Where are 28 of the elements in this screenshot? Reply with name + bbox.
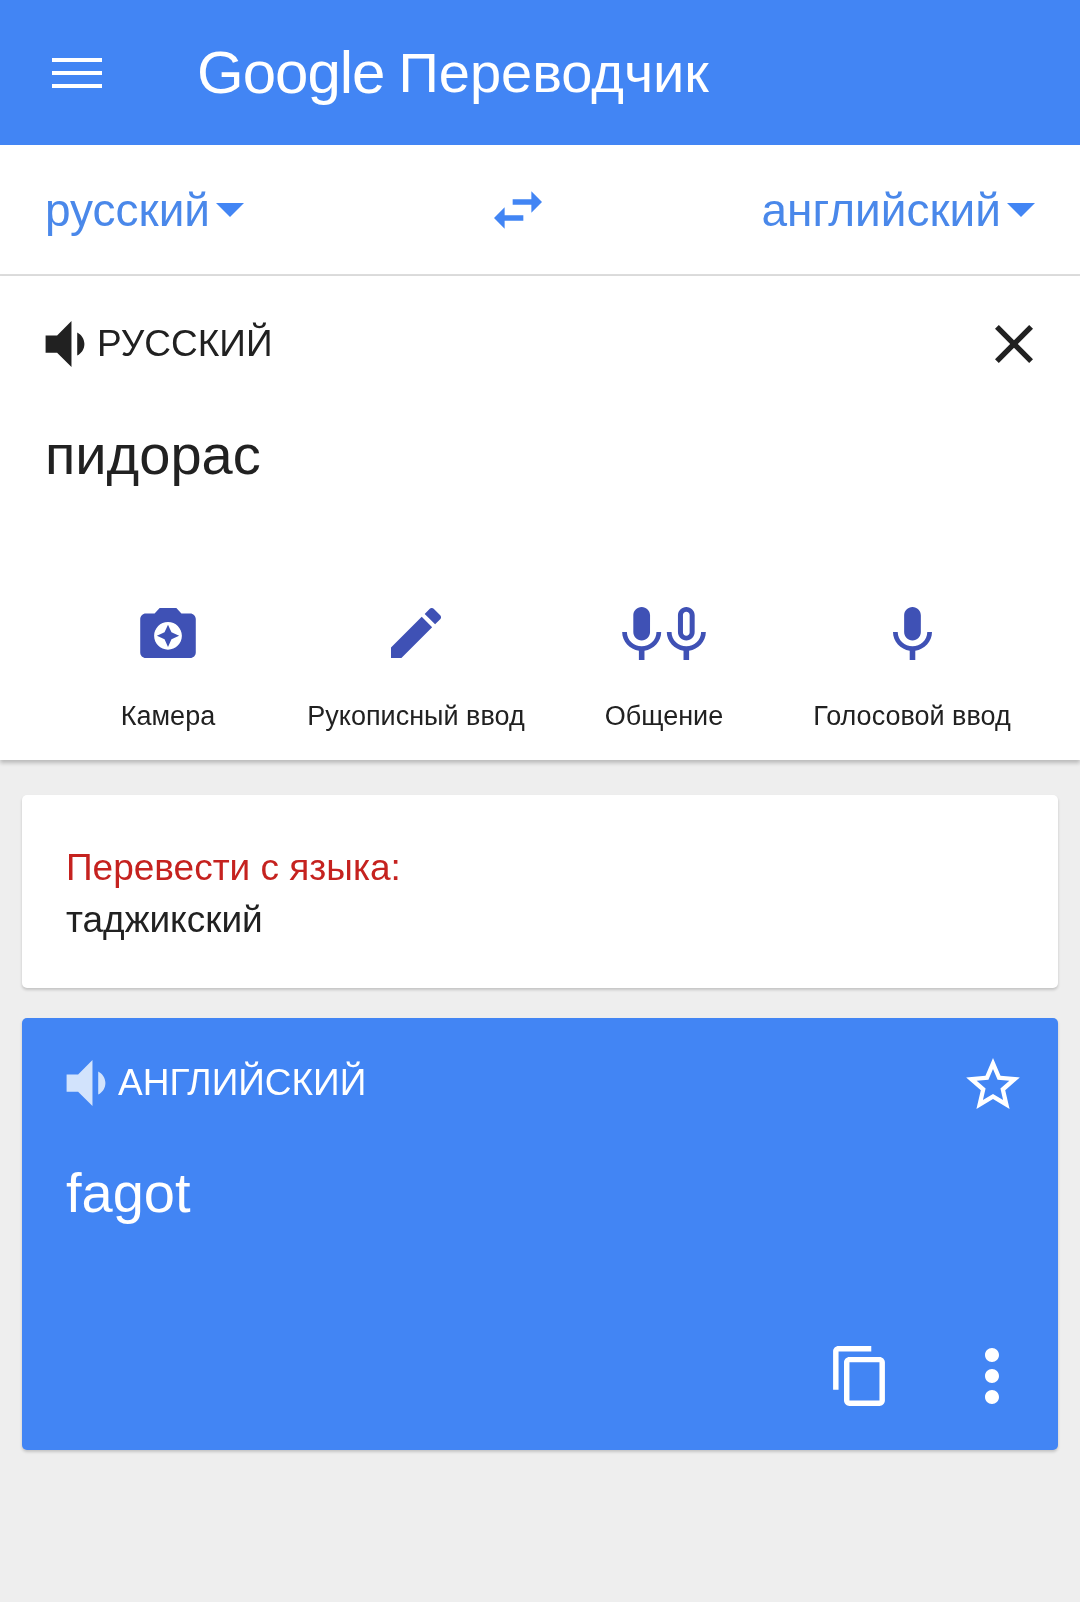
camera-icon <box>140 608 196 658</box>
translate-from-prompt: Перевести с языка: <box>66 846 401 890</box>
source-language-selector[interactable]: русский <box>45 179 245 240</box>
close-icon[interactable] <box>995 325 1033 363</box>
caret-icon <box>216 202 245 217</box>
suggested-language: таджикский <box>66 898 263 942</box>
source-language-label: РУССКИЙ <box>97 321 273 366</box>
microphone-icon <box>892 606 932 660</box>
copy-icon[interactable] <box>833 1346 885 1406</box>
camera-button[interactable]: Камера <box>44 603 292 734</box>
conversation-button[interactable]: Общение <box>540 603 788 734</box>
language-suggestion-card[interactable]: Перевести с языка: таджикский <box>22 795 1058 988</box>
star-icon[interactable] <box>966 1057 1020 1109</box>
handwriting-button[interactable]: Рукописный ввод <box>292 603 540 734</box>
target-language-selector[interactable]: английский <box>761 179 1035 240</box>
more-icon[interactable] <box>985 1348 999 1404</box>
swap-icon[interactable] <box>493 190 542 229</box>
source-text[interactable]: пидорас <box>45 423 261 486</box>
app-title: Переводчик <box>398 39 709 106</box>
app-logo-text: Google <box>197 37 385 108</box>
translation-text: fagot <box>66 1161 191 1224</box>
two-microphones-icon <box>622 606 706 660</box>
caret-icon <box>1007 202 1035 217</box>
menu-icon[interactable] <box>52 57 102 88</box>
voice-input-button[interactable]: Голосовой ввод <box>788 603 1036 734</box>
speaker-icon[interactable] <box>45 321 85 367</box>
pen-icon <box>391 608 441 658</box>
target-language-label: АНГЛИЙСКИЙ <box>118 1060 367 1105</box>
